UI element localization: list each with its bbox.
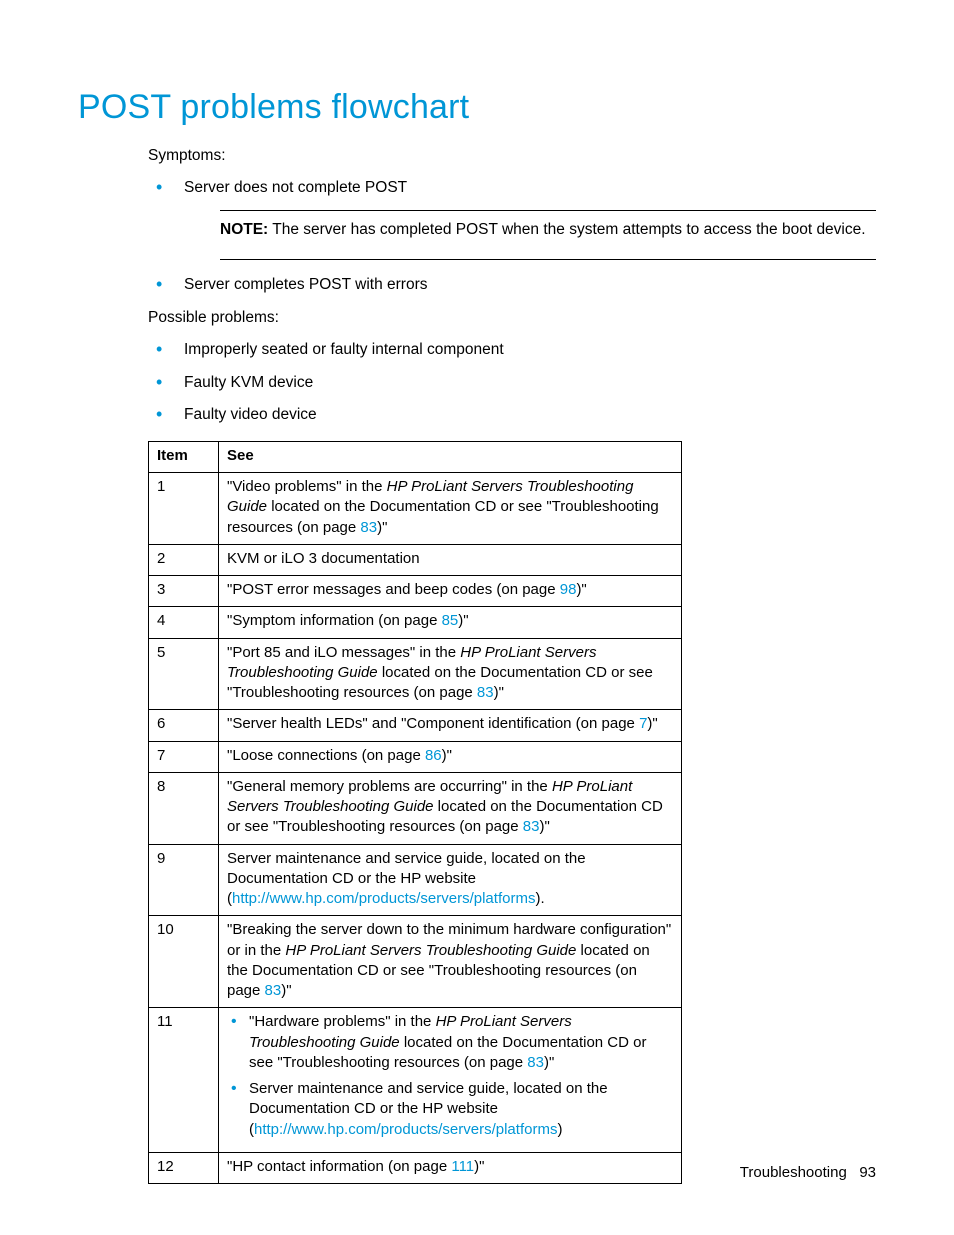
page-heading: POST problems flowchart [78,88,876,127]
symptom-item: Server does not complete POST NOTE: The … [148,177,876,260]
text: "Port 85 and iLO messages" in the [227,644,460,661]
cell-item: 7 [149,741,219,772]
page-link[interactable]: 83 [477,684,494,701]
table-row: 12 "HP contact information (on page 111)… [149,1152,682,1183]
note-label: NOTE: [220,221,268,238]
page-footer: Troubleshooting 93 [740,1164,876,1181]
table-row: 3 "POST error messages and beep codes (o… [149,576,682,607]
cell-item: 2 [149,544,219,575]
table-row: 2 KVM or iLO 3 documentation [149,544,682,575]
table-row: 9 Server maintenance and service guide, … [149,844,682,916]
document-page: POST problems flowchart Symptoms: Server… [0,0,954,1184]
note-block: NOTE: The server has completed POST when… [220,210,876,260]
page-link[interactable]: 85 [442,612,459,629]
cell-item: 9 [149,844,219,916]
cell-see: "Server health LEDs" and "Component iden… [219,710,682,741]
th-item: Item [149,441,219,472]
cell-item: 12 [149,1152,219,1183]
text: located on the Documentation CD or see "… [227,498,659,535]
cell-item: 3 [149,576,219,607]
cell-see: "HP contact information (on page 111)" [219,1152,682,1183]
text: )" [539,818,549,835]
cell-item: 5 [149,638,219,710]
symptoms-list: Server does not complete POST NOTE: The … [148,177,876,296]
cell-see: Server maintenance and service guide, lo… [219,844,682,916]
table-row: 5 "Port 85 and iLO messages" in the HP P… [149,638,682,710]
text: "General memory problems are occurring" … [227,778,552,795]
symptom-text: Server does not complete POST [184,179,407,196]
th-see: See [219,441,682,472]
cell-see: "Symptom information (on page 85)" [219,607,682,638]
cell-see: "POST error messages and beep codes (on … [219,576,682,607]
text: )" [544,1054,554,1071]
cell-item: 6 [149,710,219,741]
page-link[interactable]: 83 [527,1054,544,1071]
text: )" [576,581,586,598]
footer-page-number: 93 [859,1164,876,1181]
url-link[interactable]: http://www.hp.com/products/servers/platf… [254,1121,557,1138]
table-row: 6 "Server health LEDs" and "Component id… [149,710,682,741]
table-row: 7 "Loose connections (on page 86)" [149,741,682,772]
text: )" [442,747,452,764]
cell-see: "Breaking the server down to the minimum… [219,916,682,1008]
cell-see: "Video problems" in the HP ProLiant Serv… [219,473,682,545]
text: "Loose connections (on page [227,747,425,764]
text: "Server health LEDs" and "Component iden… [227,715,639,732]
page-link[interactable]: 83 [360,519,377,536]
table-row: 10 "Breaking the server down to the mini… [149,916,682,1008]
text: )" [494,684,504,701]
text: "Symptom information (on page [227,612,442,629]
text: ). [535,890,544,907]
table-row: 4 "Symptom information (on page 85)" [149,607,682,638]
footer-section: Troubleshooting [740,1164,847,1181]
cell-item: 1 [149,473,219,545]
text: )" [377,519,387,536]
text: )" [281,982,291,999]
cell-see: "Loose connections (on page 86)" [219,741,682,772]
page-link[interactable]: 83 [265,982,282,999]
text: )" [474,1158,484,1175]
cell-item: 4 [149,607,219,638]
body-content: Symptoms: Server does not complete POST … [148,145,876,1184]
note-text: The server has completed POST when the s… [268,221,865,238]
possible-item: Faulty video device [148,404,876,426]
table-row: 1 "Video problems" in the HP ProLiant Se… [149,473,682,545]
text: "Hardware problems" in the [249,1013,436,1030]
possible-problems-list: Improperly seated or faulty internal com… [148,339,876,426]
text: ) [557,1121,562,1138]
page-link[interactable]: 83 [523,818,540,835]
cell-item: 8 [149,772,219,844]
page-link[interactable]: 111 [451,1158,474,1175]
possible-item: Improperly seated or faulty internal com… [148,339,876,361]
text: "POST error messages and beep codes (on … [227,581,560,598]
cell-item: 10 [149,916,219,1008]
cell-bullet-item: Server maintenance and service guide, lo… [227,1079,673,1140]
possible-item: Faulty KVM device [148,372,876,394]
italic-text: HP ProLiant Servers Troubleshooting Guid… [285,942,576,959]
text: "HP contact information (on page [227,1158,451,1175]
cell-bullet-item: "Hardware problems" in the HP ProLiant S… [227,1012,673,1073]
cell-see: "Hardware problems" in the HP ProLiant S… [219,1008,682,1153]
url-link[interactable]: http://www.hp.com/products/servers/platf… [232,890,535,907]
possible-problems-label: Possible problems: [148,307,876,329]
text: )" [458,612,468,629]
text: "Video problems" in the [227,478,387,495]
cell-see: KVM or iLO 3 documentation [219,544,682,575]
reference-table: Item See 1 "Video problems" in the HP Pr… [148,441,682,1184]
symptoms-label: Symptoms: [148,145,876,167]
cell-see: "Port 85 and iLO messages" in the HP Pro… [219,638,682,710]
symptom-item: Server completes POST with errors [148,274,876,296]
cell-see: "General memory problems are occurring" … [219,772,682,844]
text: )" [647,715,657,732]
table-row: 11 "Hardware problems" in the HP ProLian… [149,1008,682,1153]
table-row: 8 "General memory problems are occurring… [149,772,682,844]
page-link[interactable]: 98 [560,581,577,598]
cell-item: 11 [149,1008,219,1153]
page-link[interactable]: 86 [425,747,442,764]
table-header-row: Item See [149,441,682,472]
cell-bullet-list: "Hardware problems" in the HP ProLiant S… [227,1012,673,1140]
